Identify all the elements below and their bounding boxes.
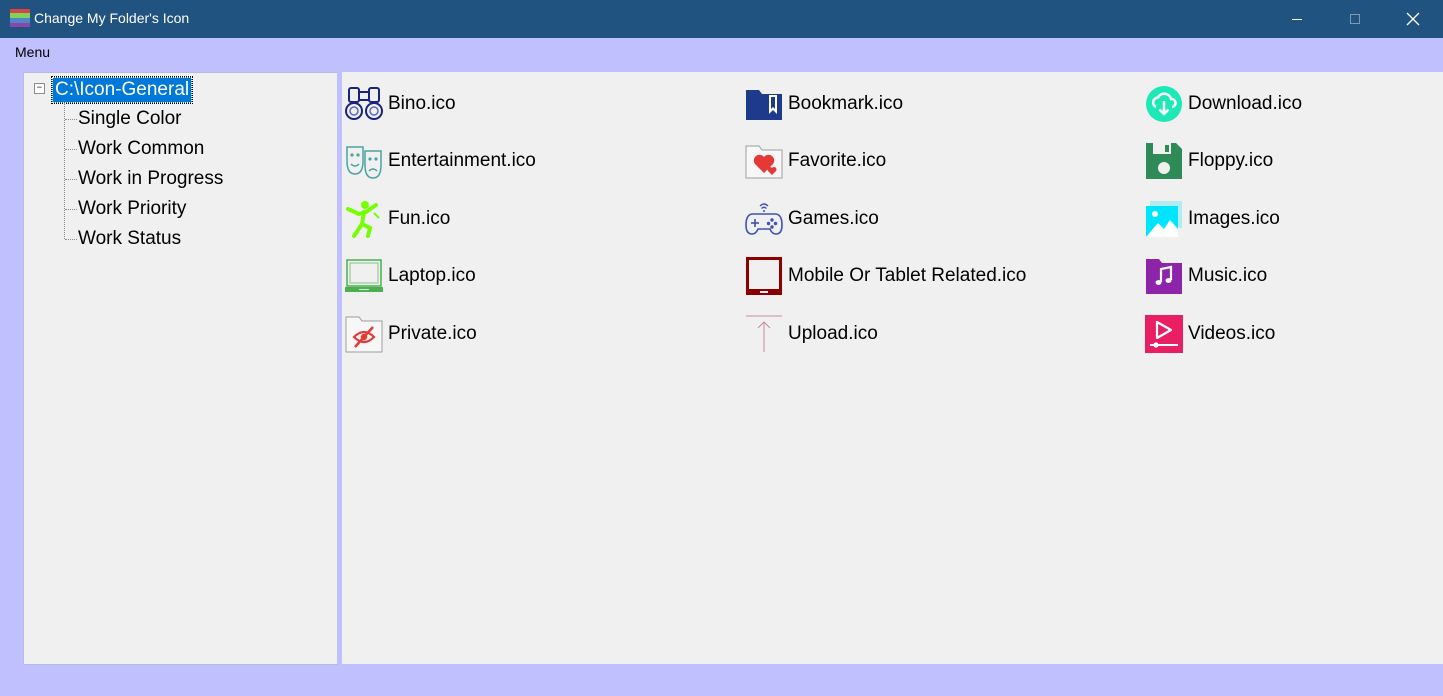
file-item-private[interactable]: Private.ico bbox=[344, 314, 477, 354]
theater-masks-icon bbox=[346, 146, 382, 179]
close-icon bbox=[1406, 12, 1420, 26]
file-name: Mobile Or Tablet Related.ico bbox=[788, 265, 1027, 286]
file-item-entertainment[interactable]: Entertainment.ico bbox=[344, 141, 536, 181]
file-name: Videos.ico bbox=[1188, 323, 1276, 344]
menu-bar: Menu bbox=[0, 38, 1443, 66]
tree-node-work-in-progress[interactable]: Work in Progress bbox=[78, 167, 223, 191]
binoculars-icon bbox=[345, 87, 383, 120]
bookmark-folder-icon bbox=[746, 90, 782, 120]
minimize-button[interactable] bbox=[1268, 0, 1326, 38]
file-name: Laptop.ico bbox=[388, 265, 476, 286]
tree-node-work-common[interactable]: Work Common bbox=[78, 137, 204, 161]
file-item-bino[interactable]: Bino.ico bbox=[344, 84, 456, 124]
file-name: Favorite.ico bbox=[788, 150, 887, 171]
file-name: Upload.ico bbox=[788, 323, 878, 344]
file-item-images[interactable]: Images.ico bbox=[1144, 199, 1280, 239]
file-name: Private.ico bbox=[388, 323, 477, 344]
tree-node-single-color[interactable]: Single Color bbox=[78, 107, 182, 131]
file-item-bookmark[interactable]: Bookmark.ico bbox=[744, 84, 903, 124]
folder-tree-panel: − C:\Icon-General Single Color Work Comm… bbox=[23, 72, 338, 665]
file-item-laptop[interactable]: Laptop.ico bbox=[344, 256, 476, 296]
file-name: Download.ico bbox=[1188, 93, 1303, 114]
file-item-download[interactable]: Download.ico bbox=[1144, 84, 1302, 124]
file-name: Entertainment.ico bbox=[388, 150, 536, 171]
file-item-games[interactable]: Games.ico bbox=[744, 199, 879, 239]
file-name: Fun.ico bbox=[388, 208, 451, 229]
file-item-music[interactable]: Music.ico bbox=[1144, 256, 1267, 296]
file-name: Games.ico bbox=[788, 208, 879, 229]
file-item-upload[interactable]: Upload.ico bbox=[744, 314, 878, 354]
maximize-button[interactable] bbox=[1326, 0, 1384, 38]
floppy-disk-icon bbox=[1146, 143, 1182, 179]
upload-arrow-icon bbox=[746, 315, 782, 352]
laptop-icon bbox=[345, 259, 383, 292]
window-title: Change My Folder's Icon bbox=[34, 10, 190, 26]
tree-root-node[interactable]: C:\Icon-General bbox=[50, 76, 194, 104]
file-item-videos[interactable]: Videos.ico bbox=[1144, 314, 1275, 354]
tree-connector bbox=[64, 103, 65, 239]
download-cloud-icon bbox=[1146, 86, 1182, 122]
file-item-favorite[interactable]: Favorite.ico bbox=[744, 141, 886, 181]
image-icon bbox=[1146, 201, 1182, 237]
file-name: Images.ico bbox=[1188, 208, 1280, 229]
tree-connector bbox=[65, 209, 77, 210]
heart-folder-icon bbox=[745, 145, 783, 179]
file-name: Bookmark.ico bbox=[788, 93, 904, 114]
dancing-person-icon bbox=[346, 201, 380, 238]
file-name: Bino.ico bbox=[388, 93, 456, 114]
video-play-icon bbox=[1145, 315, 1183, 353]
file-name: Music.ico bbox=[1188, 265, 1268, 286]
tree-connector bbox=[65, 119, 77, 120]
menu-button[interactable]: Menu bbox=[15, 44, 50, 60]
file-name: Floppy.ico bbox=[1188, 150, 1274, 171]
file-item-floppy[interactable]: Floppy.ico bbox=[1144, 141, 1273, 181]
close-button[interactable] bbox=[1384, 0, 1442, 38]
tree-connector bbox=[65, 239, 77, 240]
maximize-icon bbox=[1350, 14, 1360, 24]
tree-connector bbox=[65, 179, 77, 180]
music-note-icon bbox=[1146, 259, 1182, 294]
tree-node-work-status[interactable]: Work Status bbox=[78, 227, 181, 251]
tree-connector bbox=[65, 149, 77, 150]
gamepad-icon bbox=[745, 203, 783, 235]
tree-node-work-priority[interactable]: Work Priority bbox=[78, 197, 186, 221]
tablet-icon bbox=[746, 257, 782, 295]
icon-list-panel: Bino.ico Bookmark.ico Download.ico Enter… bbox=[342, 72, 1443, 664]
file-item-mobile-tablet[interactable]: Mobile Or Tablet Related.ico bbox=[744, 256, 1026, 296]
minimize-icon bbox=[1292, 19, 1302, 20]
app-icon bbox=[10, 9, 30, 27]
private-eye-folder-icon bbox=[345, 316, 383, 353]
title-bar: Change My Folder's Icon bbox=[0, 0, 1443, 38]
collapse-toggle-icon[interactable]: − bbox=[34, 83, 45, 94]
file-item-fun[interactable]: Fun.ico bbox=[344, 199, 450, 239]
